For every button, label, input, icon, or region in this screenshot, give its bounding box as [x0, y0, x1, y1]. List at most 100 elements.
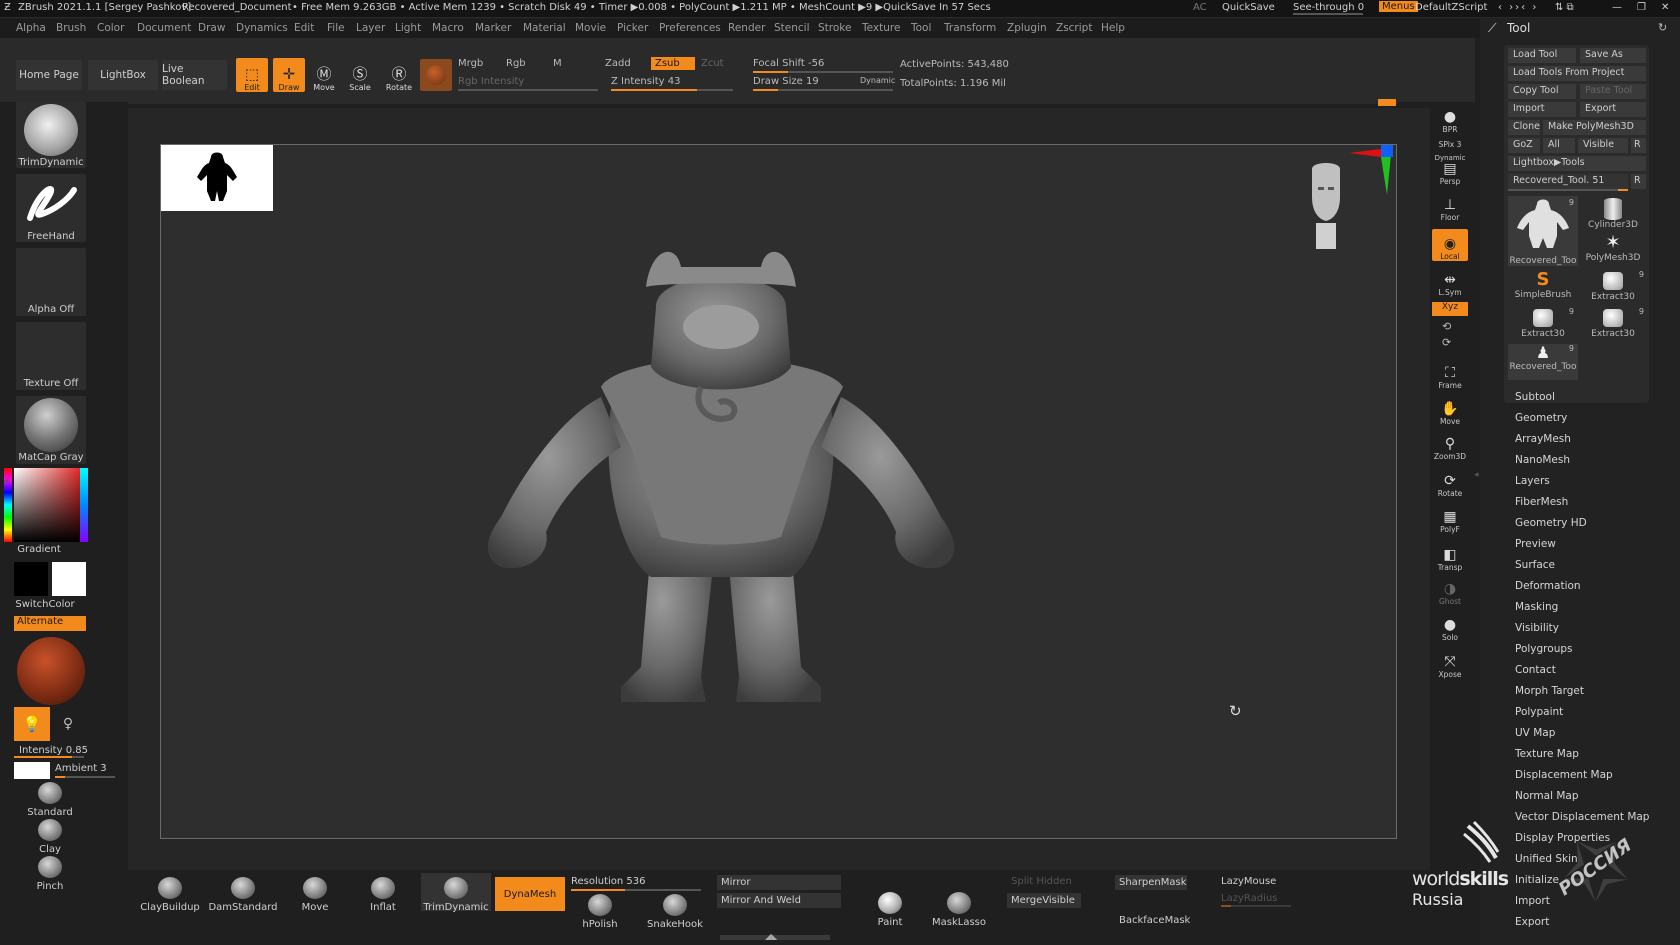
goz-visible-button[interactable]: Visible — [1578, 138, 1628, 153]
menu-macro[interactable]: Macro — [432, 22, 464, 34]
frame-button[interactable]: ⛶ Frame — [1432, 358, 1468, 391]
copy-tool-button[interactable]: Copy Tool — [1508, 84, 1576, 99]
tool-thumb-polymesh[interactable]: ✶ PolyMesh3D — [1578, 233, 1648, 269]
backface-mask-button[interactable]: BackfaceMask — [1119, 915, 1190, 926]
resolution-slider[interactable]: Resolution 536 — [571, 876, 646, 887]
intensity-slider[interactable]: Intensity 0.85 — [0, 745, 97, 756]
shelf-collapse-icon[interactable]: ◢◣ — [765, 932, 777, 941]
pinch-brush-button[interactable]: Pinch — [20, 856, 80, 892]
left-collapse-icon[interactable]: ◂ — [1474, 470, 1479, 480]
layout-icons[interactable]: ⇅ ⧉ — [1555, 2, 1574, 13]
sharpen-mask-button[interactable]: SharpenMask — [1115, 875, 1187, 890]
import-button[interactable]: Import — [1508, 102, 1576, 117]
rotate-axis-2-icon[interactable]: ⟳ — [1442, 336, 1451, 349]
quicksave-button[interactable]: QuickSave — [1222, 2, 1275, 13]
alternate-button[interactable]: Alternate — [14, 616, 86, 631]
character-model[interactable] — [451, 247, 991, 717]
rgb-toggle[interactable]: Rgb — [506, 58, 526, 69]
tool-thumb-recovered[interactable]: 9 Recovered_Too — [1508, 196, 1578, 266]
menu-file[interactable]: File — [327, 22, 345, 34]
section-arraymesh[interactable]: ArrayMesh — [1515, 433, 1571, 445]
document-canvas[interactable]: ↻ — [160, 144, 1397, 839]
claybuildup-brush-button[interactable]: ClayBuildup — [135, 877, 205, 913]
rgb-intensity-slider[interactable]: Rgb Intensity — [458, 76, 524, 87]
solo-button[interactable]: ● Solo — [1432, 610, 1468, 643]
standard-brush-button[interactable]: Standard — [20, 782, 80, 818]
damstandard-brush-button[interactable]: DamStandard — [205, 877, 281, 913]
move-brush-button[interactable]: Move — [285, 877, 345, 913]
section-texture-map[interactable]: Texture Map — [1515, 748, 1579, 760]
menu-brush[interactable]: Brush — [56, 22, 86, 34]
section-uv-map[interactable]: UV Map — [1515, 727, 1555, 739]
menu-tool[interactable]: Tool — [911, 22, 931, 34]
lightbox-button[interactable]: LightBox — [88, 60, 158, 90]
lightbox-tools-button[interactable]: Lightbox▶Tools — [1508, 156, 1646, 171]
goz-r-button[interactable]: R — [1631, 138, 1646, 153]
default-zscript-button[interactable]: DefaultZScript — [1415, 2, 1487, 13]
color-picker[interactable] — [14, 468, 88, 542]
restore-icon[interactable]: ❐ — [1637, 2, 1646, 13]
export-button[interactable]: Export — [1580, 102, 1646, 117]
live-boolean-button[interactable]: Live Boolean — [162, 60, 227, 90]
axis-gizmo-icon[interactable] — [1341, 145, 1398, 195]
menu-dynamics[interactable]: Dynamics — [236, 22, 288, 34]
home-page-button[interactable]: Home Page — [16, 60, 82, 90]
rotate-view-button[interactable]: ⟳ Rotate — [1432, 466, 1468, 499]
goz-button[interactable]: GoZ — [1508, 138, 1540, 153]
canvas-scrollbar-top[interactable] — [128, 99, 1398, 104]
polyf-button[interactable]: ▦ PolyF — [1432, 502, 1468, 535]
section-visibility[interactable]: Visibility — [1515, 622, 1559, 634]
refresh-icon[interactable]: ↻ — [1229, 702, 1242, 720]
tool-thumb-extract-3[interactable]: 9 Extract30 — [1578, 307, 1648, 343]
draw-size-slider[interactable]: Draw Size 19 — [753, 76, 819, 87]
ambient-track[interactable] — [55, 776, 115, 778]
bpr-button[interactable]: ● BPR — [1432, 102, 1468, 135]
menu-material[interactable]: Material — [523, 22, 566, 34]
ambient-swatch[interactable] — [14, 762, 50, 779]
main-color-swatch[interactable] — [52, 562, 86, 596]
section-subtool[interactable]: Subtool — [1515, 391, 1555, 403]
menu-picker[interactable]: Picker — [617, 22, 648, 34]
spix-slider[interactable]: SPix 3 — [1432, 135, 1468, 149]
menu-light[interactable]: Light — [395, 22, 421, 34]
light-bulb-icon[interactable]: 💡 — [14, 707, 50, 741]
current-tool-r-button[interactable]: R — [1631, 174, 1646, 189]
current-tool-handle[interactable] — [1618, 189, 1628, 191]
focal-shift-slider[interactable]: Focal Shift -56 — [753, 58, 824, 69]
section-fibermesh[interactable]: FiberMesh — [1515, 496, 1568, 508]
tool-thumb-extract-1[interactable]: 9 Extract30 — [1578, 270, 1648, 306]
section-nanomesh[interactable]: NanoMesh — [1515, 454, 1570, 466]
tool-thumb-simplebrush[interactable]: S SimpleBrush — [1508, 270, 1578, 306]
left-panel-collapse-icon[interactable]: ◂ — [4, 476, 9, 486]
xpose-button[interactable]: ⤧ Xpose — [1432, 647, 1468, 680]
masklasso-brush-button[interactable]: MaskLasso — [929, 892, 989, 928]
split-hidden-button[interactable]: Split Hidden — [1011, 876, 1072, 887]
section-masking[interactable]: Masking — [1515, 601, 1558, 613]
hue-strip-right[interactable] — [80, 468, 88, 542]
tool-thumb-extract-2[interactable]: 9 Extract30 — [1508, 307, 1578, 343]
local-button[interactable]: ◉ Local — [1432, 229, 1468, 261]
floor-button[interactable]: ⊥ Floor — [1432, 190, 1468, 223]
panel-refresh-icon[interactable]: ↻ — [1658, 21, 1667, 34]
mirror-button[interactable]: Mirror — [717, 875, 841, 890]
lsym-button[interactable]: ⇹ L.Sym — [1432, 265, 1468, 298]
switch-color-button[interactable]: SwitchColor — [0, 599, 95, 610]
section-contact[interactable]: Contact — [1515, 664, 1556, 676]
section-polygroups[interactable]: Polygroups — [1515, 643, 1572, 655]
head-orientation-icon[interactable] — [1306, 163, 1346, 249]
menu-movie[interactable]: Movie — [575, 22, 606, 34]
scale-mode-button[interactable]: Ⓢ Scale — [344, 58, 376, 92]
save-as-button[interactable]: Save As — [1580, 48, 1646, 63]
light-bulb-off-icon[interactable]: ♀ — [58, 707, 78, 741]
rgb-intensity-track[interactable] — [458, 89, 598, 91]
tool-thumb-recovered-2[interactable]: ♟ 9 Recovered_Too — [1508, 344, 1578, 380]
move-mode-button[interactable]: Ⓜ Move — [308, 58, 340, 92]
transp-button[interactable]: ◧ Transp — [1432, 540, 1468, 573]
ghost-button[interactable]: ◑ Ghost — [1432, 574, 1468, 607]
tool-thumb-cylinder[interactable]: Cylinder3D — [1578, 196, 1648, 232]
section-layers[interactable]: Layers — [1515, 475, 1550, 487]
paste-tool-button[interactable]: Paste Tool — [1580, 84, 1646, 99]
inflat-brush-button[interactable]: Inflat — [353, 877, 413, 913]
move-view-button[interactable]: ✋ Move — [1432, 394, 1468, 427]
close-icon[interactable]: ✕ — [1661, 2, 1669, 13]
